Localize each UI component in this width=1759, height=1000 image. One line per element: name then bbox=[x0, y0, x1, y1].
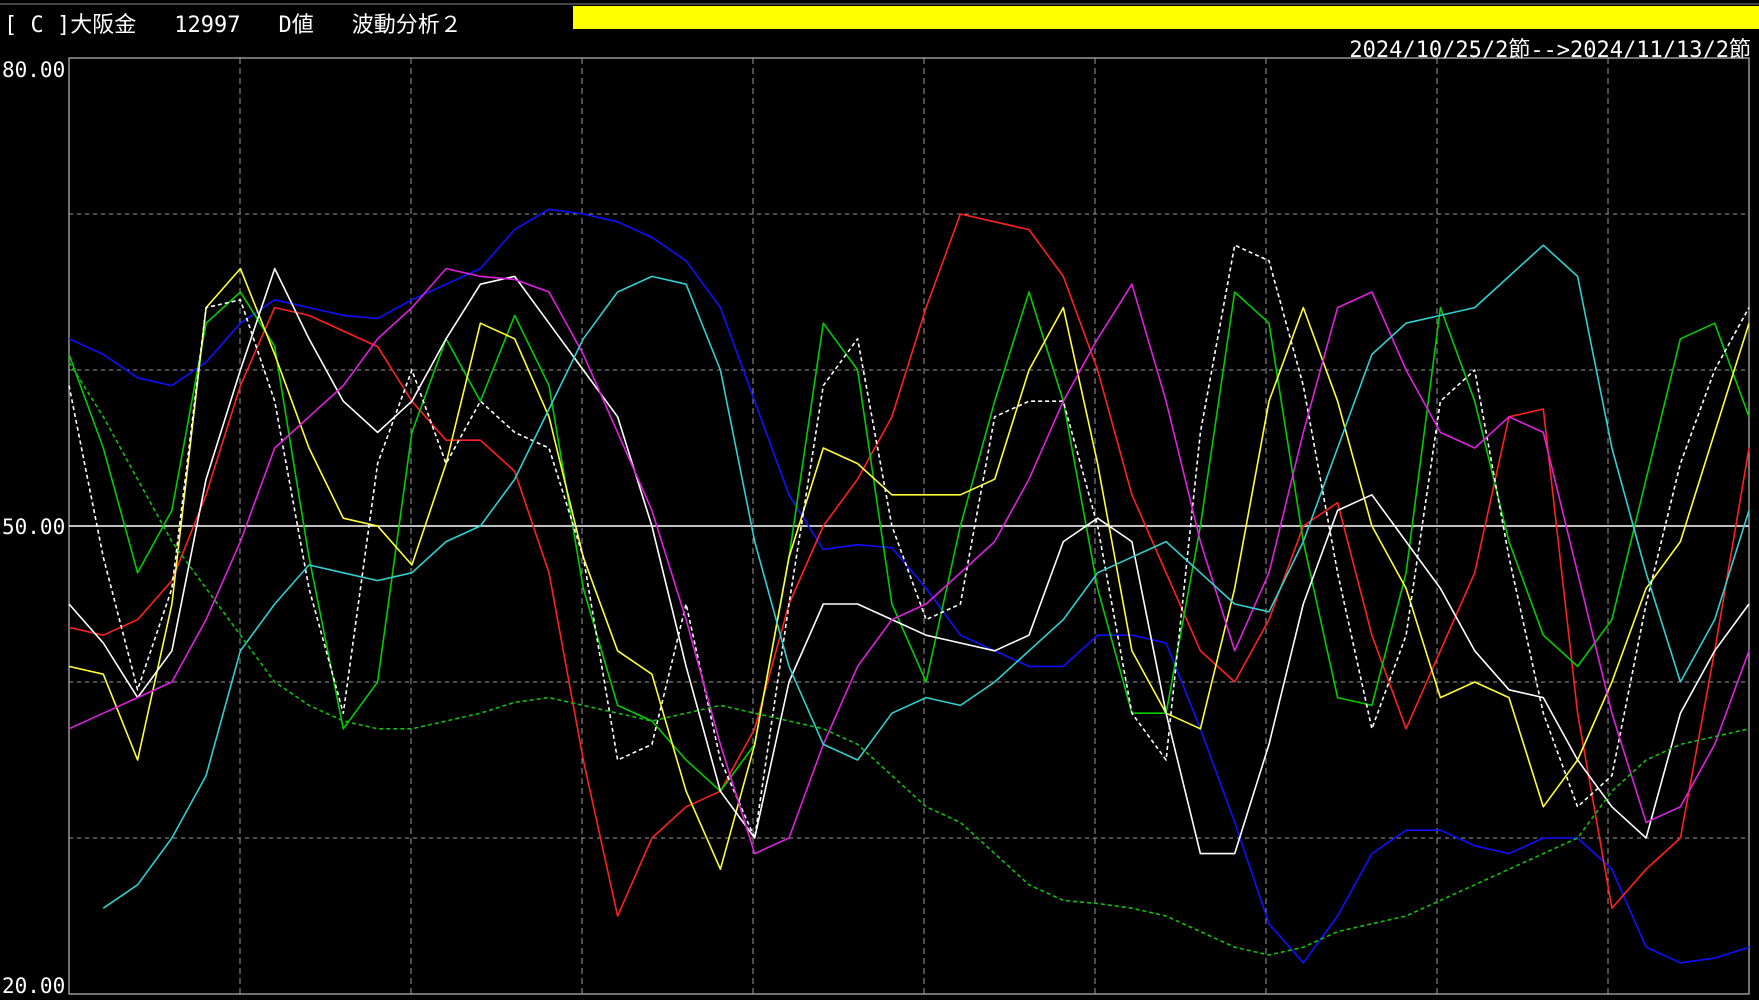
series-line-2 bbox=[68, 213, 1750, 917]
y-tick-bottom: 20.00 bbox=[2, 974, 66, 998]
y-tick-top: 80.00 bbox=[2, 58, 66, 82]
series-line-1 bbox=[68, 208, 1750, 964]
series-line-7 bbox=[68, 267, 1750, 855]
y-tick-mid: 50.00 bbox=[2, 515, 66, 539]
series-line-6 bbox=[68, 244, 1750, 839]
series-line-8 bbox=[102, 244, 1750, 909]
wave-chart bbox=[0, 3, 1759, 995]
series-line-3 bbox=[68, 291, 1750, 792]
series-line-9 bbox=[68, 361, 1750, 956]
series-line-5 bbox=[68, 267, 1750, 855]
